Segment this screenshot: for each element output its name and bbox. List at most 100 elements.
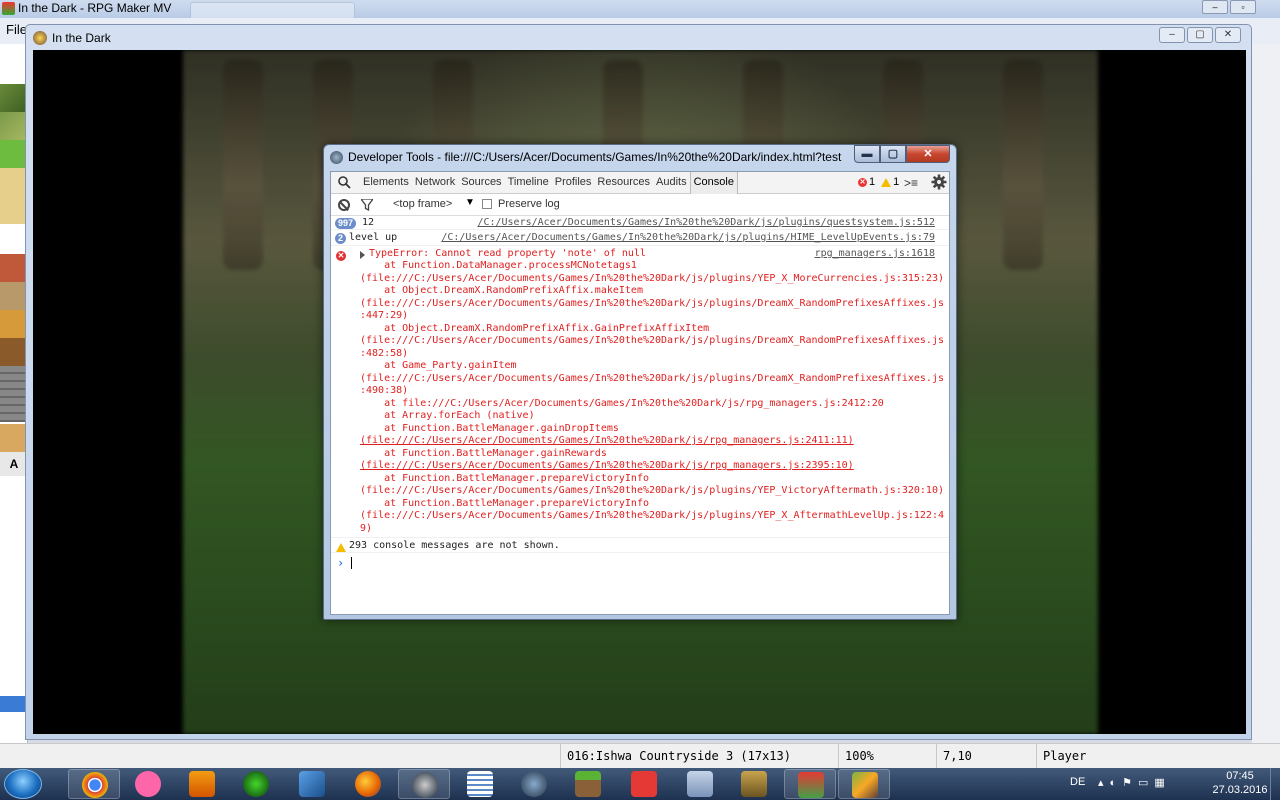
map-tree-selected-row[interactable]	[0, 696, 28, 712]
stack-line[interactable]: (file:///C:/Users/Acer/Documents/Games/I…	[360, 335, 944, 348]
stack-line-link[interactable]: (file:///C:/Users/Acer/Documents/Games/I…	[360, 460, 854, 473]
devtools-body: Elements Network Sources Timeline Profil…	[330, 171, 950, 615]
preserve-log-checkbox[interactable]	[482, 199, 492, 209]
taskbar-app[interactable]	[122, 769, 174, 799]
taskbar-app[interactable]	[838, 769, 890, 799]
maximize-button[interactable]: ▫	[1230, 0, 1256, 14]
start-button[interactable]	[4, 769, 42, 799]
tile-swatch[interactable]	[0, 310, 28, 338]
stack-line[interactable]: (file:///C:/Users/Acer/Documents/Games/I…	[360, 273, 944, 286]
message-source-link[interactable]: /C:/Users/Acer/Documents/Games/In%20the%…	[441, 232, 935, 243]
stack-line[interactable]: (file:///C:/Users/Acer/Documents/Games/I…	[360, 298, 944, 311]
tab-elements[interactable]: Elements	[360, 172, 412, 194]
maximize-button[interactable]: ▢	[1187, 27, 1213, 43]
stack-line: 9)	[360, 522, 373, 534]
stack-line: at Function.BattleManager.gainRewards	[360, 447, 607, 459]
firefox-icon	[355, 771, 381, 797]
error-source-link[interactable]: rpg_managers.js:1618	[815, 248, 935, 259]
stack-line[interactable]: (file:///C:/Users/Acer/Documents/Games/I…	[360, 485, 944, 498]
taskbar-app[interactable]	[784, 769, 836, 799]
language-indicator[interactable]: DE	[1070, 776, 1085, 788]
taskbar: DE ▴◐⚑▭▦ 07:45 27.03.2016	[0, 768, 1280, 800]
minimize-button[interactable]: –	[1202, 0, 1228, 14]
chrome-icon	[82, 772, 108, 798]
taskbar-app[interactable]	[562, 769, 614, 799]
rpgmaker-icon	[798, 772, 824, 798]
minimize-button[interactable]: ▬	[854, 145, 880, 163]
message-text: 12	[362, 217, 375, 228]
expand-triangle-icon[interactable]	[360, 251, 365, 259]
minimize-button[interactable]: –	[1159, 27, 1185, 43]
stack-line: :482:58)	[360, 347, 409, 359]
tile-swatch[interactable]	[0, 140, 28, 168]
taskbar-app[interactable]	[508, 769, 560, 799]
game-window-title: In the Dark	[52, 31, 111, 45]
stack-line-link[interactable]: at file:///C:/Users/Acer/Documents/Games…	[360, 398, 884, 411]
tab-sources[interactable]: Sources	[458, 172, 504, 194]
console-error-message: ✕ TypeError: Cannot read property 'note'…	[331, 247, 949, 538]
clear-console-icon[interactable]	[338, 199, 350, 211]
tab-console[interactable]: Console	[689, 172, 738, 194]
show-drawer-icon[interactable]: >≡	[904, 176, 918, 190]
rpgmaker-window-title: In the Dark - RPG Maker MV	[18, 1, 172, 15]
stack-line: at Array.forEach (native)	[360, 410, 535, 421]
close-button[interactable]: ✕	[1215, 27, 1241, 43]
tile-swatch[interactable]	[0, 84, 28, 112]
tile-swatch[interactable]	[0, 424, 28, 452]
text-cursor	[351, 557, 352, 569]
show-desktop-button[interactable]	[1270, 768, 1280, 800]
stack-line: at Object.DreamX.RandomPrefixAffix.GainP…	[360, 322, 710, 334]
taskbar-app[interactable]	[342, 769, 394, 799]
tab-profiles[interactable]: Profiles	[552, 172, 595, 194]
stack-line-link[interactable]: (file:///C:/Users/Acer/Documents/Games/I…	[360, 435, 854, 448]
right-panel	[1252, 44, 1280, 744]
message-counts[interactable]: ✕ 1 1	[858, 176, 899, 188]
tab-resources[interactable]: Resources	[594, 172, 653, 194]
stack-line[interactable]: (file:///C:/Users/Acer/Documents/Games/I…	[360, 373, 944, 386]
taskbar-app[interactable]	[728, 769, 780, 799]
repeat-count-badge: 997	[335, 218, 357, 229]
tile-swatch[interactable]	[0, 168, 28, 224]
dropdown-arrow-icon[interactable]: ▼	[465, 197, 475, 208]
menu-file[interactable]: File	[6, 22, 27, 37]
clock-date[interactable]: 27.03.2016	[1210, 784, 1270, 796]
close-button[interactable]: ✕	[906, 145, 950, 163]
stack-line: at Function.BattleManager.prepareVictory…	[360, 497, 649, 509]
search-icon[interactable]	[337, 175, 351, 189]
tab-timeline[interactable]: Timeline	[505, 172, 552, 194]
taskbar-app[interactable]	[454, 769, 506, 799]
taskbar-app[interactable]	[286, 769, 338, 799]
warning-icon	[336, 543, 346, 552]
taskbar-app[interactable]	[618, 769, 670, 799]
gear-icon[interactable]	[931, 174, 947, 190]
pdf-icon	[631, 771, 657, 797]
tile-swatch[interactable]	[0, 338, 28, 366]
filter-icon[interactable]	[361, 199, 373, 211]
console-prompt[interactable]: ›	[331, 554, 949, 614]
status-map-name: 016:Ishwa Countryside 3 (17x13)	[560, 744, 838, 768]
taskbar-app[interactable]	[230, 769, 282, 799]
league-icon	[741, 771, 767, 797]
game-window-controls: – ▢ ✕	[1159, 27, 1241, 43]
visual-studio-icon	[299, 771, 325, 797]
tab-network[interactable]: Network	[412, 172, 458, 194]
tileset-tab-a[interactable]: A	[0, 452, 28, 476]
tile-swatch[interactable]	[0, 112, 28, 140]
tile-swatch[interactable]	[0, 254, 28, 282]
stack-line[interactable]: (file:///C:/Users/Acer/Documents/Games/I…	[360, 510, 944, 523]
repeat-count-badge: 2	[335, 233, 347, 244]
clock-time[interactable]: 07:45	[1210, 770, 1270, 782]
tab-audits[interactable]: Audits	[653, 172, 690, 194]
taskbar-app[interactable]	[176, 769, 228, 799]
message-source-link[interactable]: /C:/Users/Acer/Documents/Games/In%20the%…	[477, 217, 935, 228]
tile-swatch[interactable]	[0, 366, 28, 422]
browser-tab[interactable]	[190, 2, 355, 18]
tile-swatch[interactable]	[0, 282, 28, 310]
maximize-button[interactable]: ▢	[880, 145, 906, 163]
tray-icons[interactable]: ▴◐⚑▭▦	[1098, 776, 1171, 789]
taskbar-app[interactable]	[398, 769, 450, 799]
taskbar-app[interactable]	[68, 769, 120, 799]
taskbar-app[interactable]	[674, 769, 726, 799]
stack-line: at Function.BattleManager.prepareVictory…	[360, 472, 649, 484]
frame-selector[interactable]: <top frame>	[393, 198, 452, 210]
